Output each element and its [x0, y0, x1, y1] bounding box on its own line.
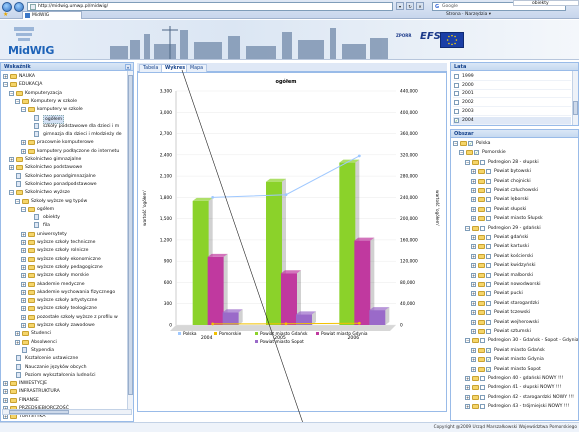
pointer-overlay — [181, 69, 307, 432]
pointer-guide-line — [181, 69, 307, 432]
app-root: http://midwig.umwp.pl/midwig/ ▾ ↻ ✕ G Goog… — [0, 0, 579, 432]
copyright-text: Copyright @2009 Urząd Marszałkowski Woje… — [433, 425, 577, 430]
page-footer: Copyright @2009 Urząd Marszałkowski Woje… — [0, 422, 579, 432]
